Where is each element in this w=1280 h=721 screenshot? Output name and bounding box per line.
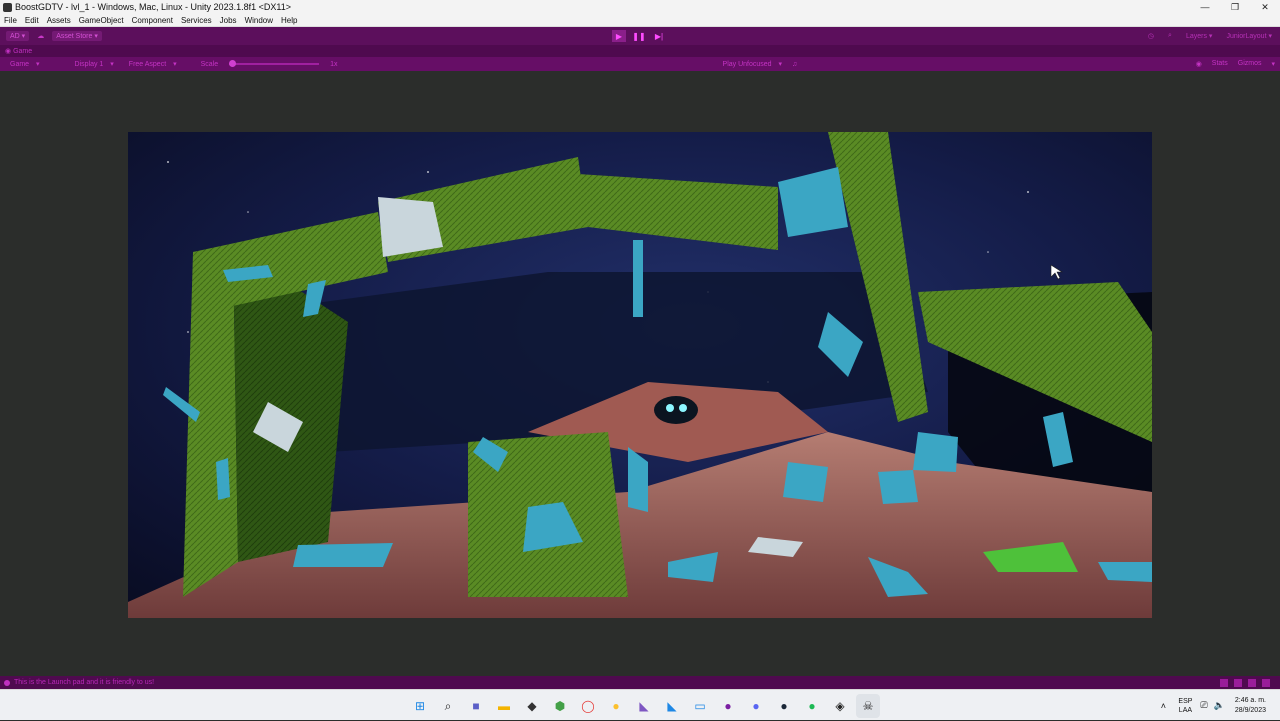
layers-dropdown[interactable]: Layers ▾ [1186,32,1212,40]
chrome-icon[interactable]: ● [604,694,628,718]
visibility-icon[interactable]: ◉ [1191,60,1207,68]
aspect-dropdown[interactable]: Free Aspect ▾ [119,60,182,68]
system-tray: ˄ ESP LAA ⎚ 🔈 2:46 a. m. 28/9/2023 [1156,690,1280,721]
vscode-icon[interactable]: ◣ [660,694,684,718]
tab-game[interactable]: ◉ Game [5,47,32,55]
mode-dropdown[interactable]: Game ▾ [0,60,45,68]
chevron-up-icon[interactable]: ˄ [1156,701,1170,711]
display-label: Display 1 [74,61,104,68]
scale-label: Scale [200,60,219,68]
layout-label: JuniorLayout [1226,33,1267,40]
status-icon-1[interactable] [1220,678,1228,687]
game-scene [128,132,1152,618]
layout-dropdown[interactable]: JuniorLayout ▾ [1226,32,1272,40]
gizmos-dropdown-icon[interactable]: ▾ [1266,60,1280,68]
scale-slider[interactable] [229,60,320,67]
lang-top: ESP [1178,697,1193,705]
menu-edit[interactable]: Edit [21,16,43,25]
status-icon-3[interactable] [1248,678,1256,687]
player-rocket [654,396,698,424]
windows-taskbar: ⊞ ⌕ ■ ▬ ◆ ⬢ ◯ ● ◣ ◣ ▭ ● ● ● ● ◈ ☠ ˄ ESP … [0,689,1280,720]
play-icon[interactable]: ▶ [612,30,626,42]
language-indicator[interactable]: ESP LAA [1178,697,1192,715]
menu-assets[interactable]: Assets [43,16,75,25]
info-icon [4,679,10,686]
minimize-icon[interactable]: — [1190,0,1220,14]
window-titlebar: BoostGDTV - lvl_1 - Windows, Mac, Linux … [0,0,1280,14]
step-icon[interactable]: ▶| [652,30,666,42]
close-icon[interactable]: ✕ [1250,0,1280,14]
stats-button[interactable]: Stats [1207,60,1233,68]
menu-component[interactable]: Component [128,16,177,25]
menu-bar: File Edit Assets GameObject Component Se… [0,14,1280,27]
tab-bar: ◉ Game [0,45,1280,57]
brave-icon[interactable]: ⬢ [548,694,572,718]
clock-date: 28/9/2023 [1234,706,1266,714]
menu-file[interactable]: File [0,16,21,25]
menu-window[interactable]: Window [241,16,277,25]
steam-icon[interactable]: ● [772,694,796,718]
history-icon[interactable]: ◷ [1148,32,1154,40]
meet-icon[interactable]: ■ [464,694,488,718]
console-statusbar[interactable]: This is the Launch pad and it is friendl… [0,676,1280,689]
game-render[interactable] [128,132,1152,618]
main-toolbar: AD ▾ ☁ Asset Store ▾ ▶ ❚❚ ▶| ◷ ⌕ Layers … [0,27,1280,45]
clock[interactable]: 2:46 a. m. 28/9/2023 [1235,696,1266,716]
asset-store-button[interactable]: Asset Store ▾ [52,31,102,41]
search-icon[interactable]: ⌕ [1168,32,1172,40]
play-mode-dropdown[interactable]: Play Unfocused ▾ [713,60,788,68]
menu-jobs[interactable]: Jobs [216,16,241,25]
display-dropdown[interactable]: Display 1 ▾ [65,60,119,68]
mode-label: Game [10,61,30,68]
unity-icon[interactable]: ◈ [828,694,852,718]
unity-hub-icon[interactable]: ◆ [520,694,544,718]
play-mode-label: Play Unfocused [722,61,772,68]
discord-icon[interactable]: ● [744,694,768,718]
playback-controls: ▶ ❚❚ ▶| [612,30,666,42]
game-viewport [0,71,1280,676]
clock-time: 2:46 a. m. [1234,696,1266,704]
window-title: BoostGDTV - lvl_1 - Windows, Mac, Linux … [15,2,291,12]
aspect-label: Free Aspect [128,61,167,68]
status-icon-2[interactable] [1234,678,1242,687]
menu-help[interactable]: Help [277,16,301,25]
windows-start-icon[interactable]: ⊞ [408,694,432,718]
status-icon-4[interactable] [1262,678,1270,687]
visual-studio-icon[interactable]: ◣ [632,694,656,718]
layers-label: Layers [1185,33,1207,40]
search-taskbar-icon[interactable]: ⌕ [436,694,460,718]
mute-icon[interactable]: ♫ [787,61,802,68]
lang-bottom: LAA [1178,706,1193,714]
skull-game-icon[interactable]: ☠ [856,694,880,718]
menu-gameobject[interactable]: GameObject [75,16,128,25]
spotify-icon[interactable]: ● [800,694,824,718]
menu-services[interactable]: Services [177,16,216,25]
volume-icon[interactable]: 🔈 [1214,700,1225,711]
game-view-toolbar: Game ▾ Display 1 ▾ Free Aspect ▾ Scale 1… [0,57,1280,71]
restore-icon[interactable]: ❐ [1220,0,1250,14]
scale-value: 1x [330,60,338,68]
app-bar-icon[interactable]: ▭ [688,694,712,718]
network-icon[interactable]: ⎚ [1200,700,1207,711]
asset-store-label: Asset Store [56,33,93,40]
github-icon[interactable]: ● [716,694,740,718]
unity-app-icon [3,2,12,12]
status-message: This is the Launch pad and it is friendl… [14,679,155,686]
tab-game-label: Game [13,48,33,55]
account-dropdown[interactable]: AD ▾ [6,31,30,41]
file-explorer-icon[interactable]: ▬ [492,694,516,718]
account-label: AD [10,33,20,40]
cloud-icon[interactable]: ☁ [37,32,44,40]
opera-icon[interactable]: ◯ [576,694,600,718]
gizmos-button[interactable]: Gizmos [1233,60,1267,68]
pause-icon[interactable]: ❚❚ [632,30,646,42]
